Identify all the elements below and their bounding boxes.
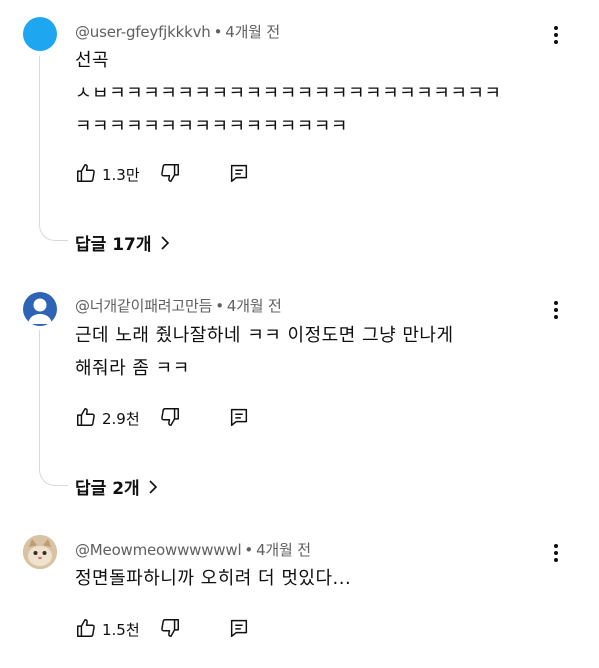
author-name[interactable]: @Meowmeowwwwwwl (75, 541, 242, 559)
comment-line: 정면돌파하니까 오히려 더 멋있다... (75, 568, 352, 589)
reply-comment-icon[interactable] (228, 617, 250, 639)
cat-avatar-icon (23, 535, 57, 569)
comment-text: 정면돌파하니까 오히려 더 멋있다... (75, 562, 555, 595)
comment-actions: 1.5천 (75, 617, 275, 641)
comment-meta: @Meowmeowwwwwwl • 4개월 전 (75, 539, 311, 560)
like-count: 1.5천 (102, 621, 140, 639)
comment-time: 4개월 전 (256, 541, 311, 559)
more-vert-icon[interactable] (547, 542, 565, 564)
avatar[interactable] (23, 535, 57, 569)
comment-3: @Meowmeowwwwwwl • 4개월 전 정면돌파하니까 오히려 더 멋있다.… (0, 0, 599, 668)
thumbs-up-icon[interactable] (75, 617, 97, 639)
thumbs-down-icon[interactable] (159, 617, 181, 639)
meta-separator: • (244, 541, 254, 559)
